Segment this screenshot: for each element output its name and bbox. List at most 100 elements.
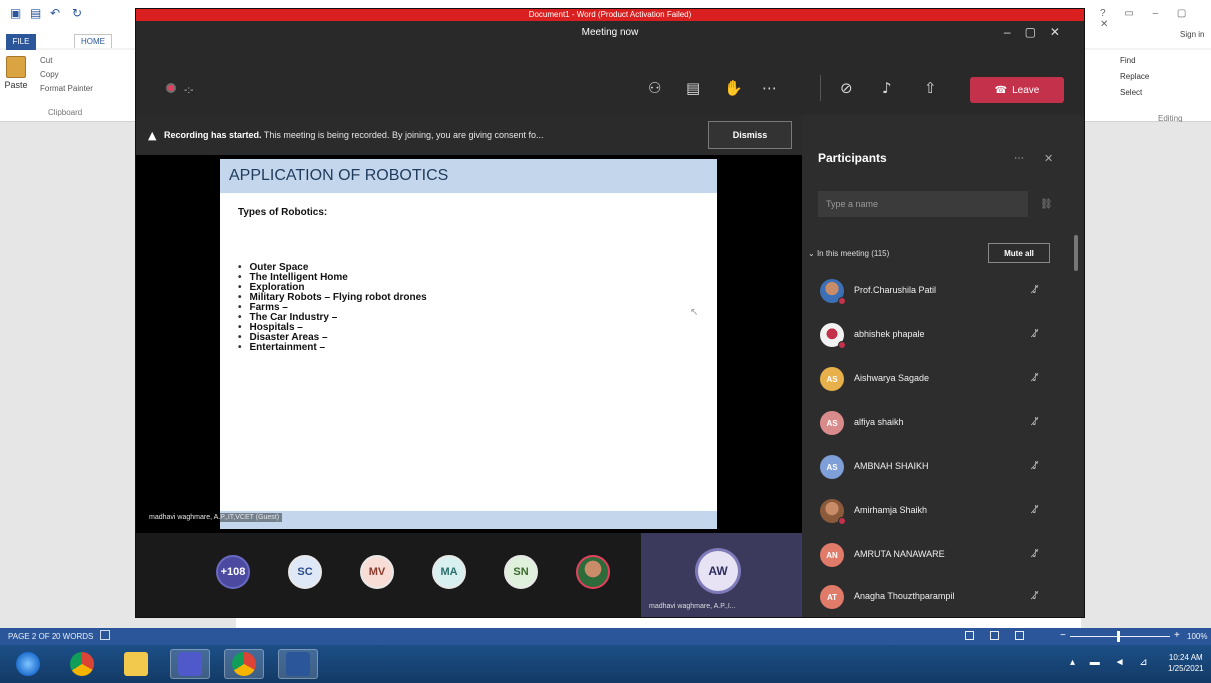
participant-photo-avatar[interactable] bbox=[576, 555, 610, 589]
zoom-out-icon[interactable]: − bbox=[1060, 630, 1066, 641]
start-button[interactable] bbox=[8, 649, 48, 679]
word-window-controls[interactable]: ? ▭ – ▢ ✕ bbox=[1100, 8, 1211, 30]
more-participants-button[interactable]: +108 bbox=[216, 555, 250, 589]
windows-start-icon bbox=[16, 652, 40, 676]
file-tab[interactable]: FILE bbox=[6, 34, 36, 50]
format-painter-button[interactable]: Format Painter bbox=[40, 84, 93, 93]
home-tab[interactable]: HOME bbox=[74, 34, 112, 48]
teams-icon bbox=[178, 652, 202, 676]
share-invite-icon[interactable]: ⛓ bbox=[1040, 199, 1053, 210]
clipboard-group-label: Clipboard bbox=[48, 108, 83, 117]
taskbar-chrome-2[interactable] bbox=[224, 649, 264, 679]
participant-row[interactable]: Prof.Charushila Patil ♪̸ bbox=[802, 275, 1074, 311]
presenter-name-label: madhavi waghmare, A.P.,IT,VCET (Guest) bbox=[146, 513, 283, 522]
find-button[interactable]: Find bbox=[1120, 56, 1136, 65]
save-icon[interactable]: ▤ bbox=[30, 6, 41, 20]
speaker-name: madhavi waghmare, A.P.,I... bbox=[649, 603, 736, 610]
participant-row[interactable]: AS AMBNAH SHAIKH ♪̸ bbox=[802, 451, 1074, 487]
clock-date: 1/25/2021 bbox=[1168, 664, 1204, 673]
sign-in-link[interactable]: Sign in bbox=[1180, 30, 1204, 39]
slide-title: APPLICATION OF ROBOTICS bbox=[229, 167, 449, 184]
slide-subtitle: Types of Robotics: bbox=[238, 207, 328, 218]
taskbar-word[interactable] bbox=[278, 649, 318, 679]
clock[interactable]: 10:24 AM 1/25/2021 bbox=[1168, 652, 1204, 674]
read-mode-icon[interactable] bbox=[965, 631, 974, 640]
participant-name: AMBNAH SHAIKH bbox=[854, 461, 929, 471]
avatar: AT bbox=[820, 585, 844, 609]
participant-row[interactable]: AS Aishwarya Sagade ♪̸ bbox=[802, 363, 1074, 399]
word-count[interactable]: 0 WORDS bbox=[56, 632, 93, 641]
avatar: AS bbox=[820, 411, 844, 435]
slide-footer-bar bbox=[220, 511, 717, 529]
zoom-level[interactable]: 100% bbox=[1187, 632, 1207, 641]
mic-off-icon[interactable]: ♪ bbox=[882, 79, 892, 97]
word-title-strip: Document1 - Word (Product Activation Fai… bbox=[136, 9, 1084, 21]
participant-avatar[interactable]: SN bbox=[504, 555, 538, 589]
word-document-title: Document1 - Word (Product Activation Fai… bbox=[528, 10, 692, 19]
external-badge-icon bbox=[838, 341, 846, 349]
close-icon[interactable]: ✕ bbox=[1044, 152, 1053, 165]
clipboard-icon bbox=[6, 56, 26, 78]
leave-button[interactable]: ☎ Leave bbox=[970, 77, 1064, 103]
copy-button[interactable]: Copy bbox=[40, 70, 59, 79]
zoom-slider[interactable] bbox=[1070, 636, 1170, 637]
avatar bbox=[820, 499, 846, 525]
chevron-down-icon: ⌄ bbox=[808, 249, 815, 258]
mic-muted-icon: ♪̸ bbox=[1032, 589, 1040, 602]
scrollbar[interactable] bbox=[1074, 235, 1078, 271]
undo-icon[interactable]: ↶ bbox=[50, 6, 60, 20]
more-options-icon[interactable]: ⋯ bbox=[1014, 153, 1024, 164]
external-badge-icon bbox=[838, 297, 846, 305]
redo-icon[interactable]: ↻ bbox=[72, 6, 82, 20]
teams-window-controls[interactable]: –▢✕ bbox=[1004, 25, 1074, 39]
chat-icon[interactable]: ▤ bbox=[686, 79, 700, 97]
taskbar-explorer[interactable] bbox=[116, 649, 156, 679]
search-participant-input[interactable] bbox=[818, 191, 1028, 217]
in-meeting-section-header[interactable]: ⌄ In this meeting (115) bbox=[808, 249, 889, 258]
participants-icon[interactable]: ⚇ bbox=[648, 79, 661, 97]
camera-off-icon[interactable]: ⊘ bbox=[840, 79, 853, 97]
taskbar-teams[interactable] bbox=[170, 649, 210, 679]
print-layout-icon[interactable] bbox=[990, 631, 999, 640]
dismiss-button[interactable]: Dismiss bbox=[708, 121, 792, 149]
participant-row[interactable]: abhishek phapale ♪̸ bbox=[802, 319, 1074, 355]
replace-button[interactable]: Replace bbox=[1120, 72, 1149, 81]
web-layout-icon[interactable] bbox=[1015, 631, 1024, 640]
shared-screen-stage[interactable]: APPLICATION OF ROBOTICS Types of Robotic… bbox=[136, 155, 802, 533]
participant-avatar[interactable]: MA bbox=[432, 555, 466, 589]
avatar: AS bbox=[820, 455, 844, 479]
teams-meeting-window: Document1 - Word (Product Activation Fai… bbox=[135, 8, 1085, 618]
mic-muted-icon: ♪̸ bbox=[1032, 283, 1040, 296]
taskbar-chrome[interactable] bbox=[62, 649, 102, 679]
mic-muted-icon: ♪̸ bbox=[1032, 327, 1040, 340]
slide-bullet: Entertainment – bbox=[238, 343, 427, 353]
participant-row[interactable]: AT Anagha Thouzthparampil ♪̸ bbox=[802, 581, 1074, 617]
slide-title-bar: APPLICATION OF ROBOTICS bbox=[220, 159, 717, 193]
active-speaker-tile[interactable]: AW madhavi waghmare, A.P.,I... bbox=[641, 533, 802, 617]
toolbar-divider bbox=[820, 75, 821, 101]
proofing-icon[interactable] bbox=[100, 630, 110, 640]
page-count[interactable]: PAGE 2 OF 2 bbox=[8, 632, 56, 641]
participant-row[interactable]: Amirhamja Shaikh ♪̸ bbox=[802, 495, 1074, 531]
participant-row[interactable]: AS alfiya shaikh ♪̸ bbox=[802, 407, 1074, 443]
cut-button[interactable]: Cut bbox=[40, 56, 52, 65]
meeting-title: Meeting now bbox=[581, 27, 639, 38]
participant-name: Aishwarya Sagade bbox=[854, 373, 930, 383]
share-screen-icon[interactable]: ⇧ bbox=[924, 79, 937, 97]
mute-all-button[interactable]: Mute all bbox=[988, 243, 1050, 263]
mic-muted-icon: ♪̸ bbox=[1032, 371, 1040, 384]
meeting-toolbar: -:- ⚇ ▤ ✋ ⋯ ⊘ ♪ ⇧ ☎ Leave bbox=[136, 45, 1084, 115]
system-tray[interactable]: ▴ ▬ ◄ ⊿ bbox=[1070, 657, 1154, 668]
participant-avatar[interactable]: SC bbox=[288, 555, 322, 589]
more-actions-icon[interactable]: ⋯ bbox=[762, 79, 777, 97]
select-button[interactable]: Select bbox=[1120, 88, 1142, 97]
participant-row[interactable]: AN AMRUTA NANAWARE ♪̸ bbox=[802, 539, 1074, 575]
recording-notice: Recording has started. This meeting is b… bbox=[164, 130, 544, 140]
recording-notice-bold: Recording has started. bbox=[164, 130, 262, 140]
participant-avatar[interactable]: MV bbox=[360, 555, 394, 589]
raise-hand-icon[interactable]: ✋ bbox=[724, 79, 743, 97]
zoom-slider-thumb[interactable] bbox=[1117, 631, 1120, 642]
zoom-in-icon[interactable]: + bbox=[1174, 630, 1180, 641]
paste-label: Paste bbox=[4, 80, 28, 90]
paste-button[interactable]: Paste bbox=[4, 56, 28, 98]
